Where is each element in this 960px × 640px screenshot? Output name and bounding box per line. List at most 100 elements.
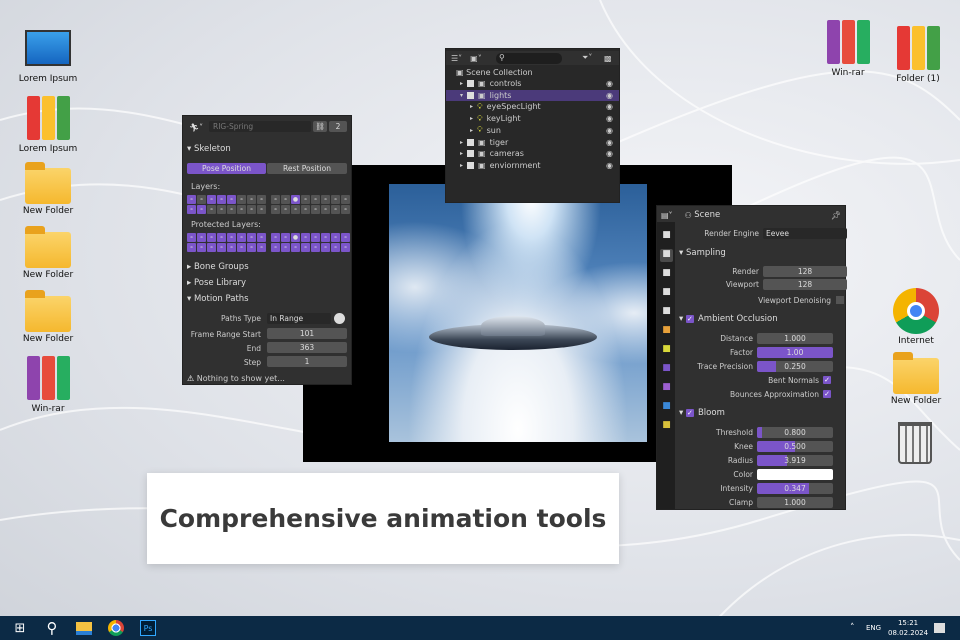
layer-toggle[interactable]: ∘: [271, 243, 280, 252]
bloom-knee-slider[interactable]: 0.500: [757, 441, 833, 452]
layer-toggle[interactable]: ∘: [291, 243, 300, 252]
update-paths-icon[interactable]: [334, 313, 345, 324]
ao-distance-field[interactable]: 1.000: [757, 333, 833, 344]
ao-factor-slider[interactable]: 1.00: [757, 347, 833, 358]
layer-toggle[interactable]: ∘: [271, 195, 280, 204]
tab-output-icon[interactable]: ■: [660, 268, 673, 281]
bloom-color-swatch[interactable]: [757, 469, 833, 480]
expand-arrow-icon[interactable]: ▾: [460, 92, 463, 99]
visibility-eye-icon[interactable]: ◉: [606, 161, 613, 170]
expand-arrow-icon[interactable]: ▸: [460, 150, 463, 157]
layer-toggle[interactable]: ∘: [301, 243, 310, 252]
desktop-icon-folder[interactable]: New Folder: [876, 350, 956, 406]
bloom-clamp-field[interactable]: 1.000: [757, 497, 833, 508]
layer-toggle[interactable]: ∘: [197, 195, 206, 204]
tab-view-layer-icon[interactable]: ■: [660, 287, 673, 300]
taskbar-chrome[interactable]: [100, 616, 132, 640]
layer-toggle[interactable]: ∘: [227, 233, 236, 242]
layer-toggle[interactable]: ∘: [331, 243, 340, 252]
layer-toggle[interactable]: ∘: [247, 233, 256, 242]
layer-toggle[interactable]: ∘: [321, 243, 330, 252]
layer-toggle[interactable]: ∘: [237, 233, 246, 242]
layer-toggle[interactable]: ∘: [301, 205, 310, 214]
enable-checkbox[interactable]: ✓: [685, 315, 694, 323]
layer-toggle[interactable]: ∘: [281, 233, 290, 242]
section-ambient-occlusion[interactable]: ▾ ✓ Ambient Occlusion: [677, 313, 845, 325]
tab-world-icon[interactable]: ■: [660, 325, 673, 338]
layer-toggle[interactable]: ∘: [311, 205, 320, 214]
tab-modifiers-icon[interactable]: ■: [660, 363, 673, 376]
layer-toggle[interactable]: ∘: [217, 195, 226, 204]
layer-toggle[interactable]: ∘: [207, 233, 216, 242]
layer-toggle[interactable]: ∘: [197, 233, 206, 242]
tab-texture-icon[interactable]: ■: [660, 420, 673, 433]
desktop-icon-computer[interactable]: Lorem Ipsum: [8, 26, 88, 84]
filter-icon[interactable]: ⏷˅: [582, 53, 592, 63]
expand-arrow-icon[interactable]: ▸: [470, 103, 473, 110]
new-collection-icon[interactable]: ▩: [604, 54, 612, 63]
checkbox[interactable]: [467, 91, 475, 99]
expand-arrow-icon[interactable]: ▸: [460, 162, 463, 169]
link-icon[interactable]: ⛓: [313, 121, 327, 132]
tab-scene-icon[interactable]: ■: [660, 306, 673, 319]
protected-layers-grid[interactable]: ∘ ∘ ∘ ∘ ∘ ∘ ∘ ∘ ∘ ∘ ● ∘ ∘ ∘ ∘ ∘ ∘ ∘ ∘ ∘ ∘ ∘ ∘ ∘ ∘ ∘ ∘ ∘ ∘ ∘ ∘ ∘: [187, 233, 350, 253]
layer-toggle[interactable]: ∘: [247, 243, 256, 252]
editor-type-icon[interactable]: ▤˅: [661, 211, 673, 220]
layer-toggle[interactable]: ∘: [301, 195, 310, 204]
checkbox[interactable]: [467, 150, 475, 158]
render-samples-field[interactable]: 128: [763, 266, 847, 277]
visibility-eye-icon[interactable]: ◉: [606, 79, 613, 88]
expand-arrow-icon[interactable]: ▸: [470, 127, 473, 134]
bloom-radius-slider[interactable]: 3.919: [757, 455, 833, 466]
frame-range-end-field[interactable]: 363: [267, 342, 347, 353]
expand-arrow-icon[interactable]: ▸: [460, 139, 463, 146]
bounces-approximation-checkbox[interactable]: ✓: [823, 390, 831, 398]
layer-toggle[interactable]: ∘: [207, 243, 216, 252]
layer-toggle[interactable]: ∘: [237, 205, 246, 214]
layers-grid[interactable]: ∘ ∘ ∘ ∘ ∘ ∘ ∘ ∘ ∘ ∘ ● ∘ ∘ ∘ ∘ ∘ ∘ ∘ ∘ ∘ ∘ ∘ ∘ ∘ ∘ ∘ ∘ ∘ ∘ ∘ ∘ ∘: [187, 195, 350, 215]
layer-toggle[interactable]: ∘: [227, 195, 236, 204]
checkbox[interactable]: [467, 161, 475, 169]
section-motion-paths[interactable]: ▾ Motion Paths: [183, 293, 351, 305]
layer-toggle[interactable]: ∘: [331, 205, 340, 214]
tray-chevron-icon[interactable]: ˄: [850, 623, 855, 633]
layer-toggle[interactable]: ∘: [187, 195, 196, 204]
layer-toggle[interactable]: ●: [291, 195, 300, 204]
filter-view-icon[interactable]: ▣˅: [470, 54, 482, 63]
layer-toggle[interactable]: ∘: [237, 243, 246, 252]
layer-toggle[interactable]: ●: [291, 233, 300, 242]
layer-toggle[interactable]: ∘: [187, 205, 196, 214]
desktop-icon-winrar[interactable]: Win-rar: [8, 356, 88, 414]
layer-toggle[interactable]: ∘: [247, 195, 256, 204]
paths-type-dropdown[interactable]: In Range: [267, 313, 331, 324]
layer-toggle[interactable]: ∘: [301, 233, 310, 242]
outliner-scene-collection[interactable]: ▣ Scene Collection: [446, 66, 619, 78]
layer-toggle[interactable]: ∘: [207, 205, 216, 214]
step-field[interactable]: 1: [267, 356, 347, 367]
ao-trace-precision-slider[interactable]: 0.250: [757, 361, 833, 372]
desktop-icon-folder1[interactable]: Folder (1): [878, 26, 958, 84]
recycle-bin-icon[interactable]: [898, 422, 932, 464]
layer-toggle[interactable]: ∘: [311, 233, 320, 242]
clock[interactable]: 15:21 08.02.2024: [888, 618, 928, 638]
search-input[interactable]: ⚲: [496, 52, 562, 64]
layer-toggle[interactable]: ∘: [227, 205, 236, 214]
expand-arrow-icon[interactable]: ▸: [470, 115, 473, 122]
layer-toggle[interactable]: ∘: [341, 243, 350, 252]
enable-checkbox[interactable]: ✓: [685, 409, 694, 417]
layer-toggle[interactable]: ∘: [187, 243, 196, 252]
tab-particles-icon[interactable]: ■: [660, 382, 673, 395]
section-bone-groups[interactable]: ▸ Bone Groups: [183, 261, 351, 273]
layer-toggle[interactable]: ∘: [271, 205, 280, 214]
layer-toggle[interactable]: ∘: [257, 205, 266, 214]
section-bloom[interactable]: ▾ ✓ Bloom: [677, 407, 845, 419]
outliner-item[interactable]: ▸ ▣ tiger ◉: [446, 137, 619, 148]
rest-position-button[interactable]: Rest Position: [267, 163, 347, 174]
tab-object-icon[interactable]: ■: [660, 344, 673, 357]
layer-toggle[interactable]: ∘: [331, 195, 340, 204]
visibility-eye-icon[interactable]: ◉: [606, 102, 613, 111]
layer-toggle[interactable]: ∘: [271, 233, 280, 242]
outliner-item[interactable]: ▸ 💡︎ sun ◉: [446, 125, 619, 136]
layer-toggle[interactable]: ∘: [257, 243, 266, 252]
outliner-item[interactable]: ▸ 💡︎ eyeSpecLight ◉: [446, 101, 619, 112]
